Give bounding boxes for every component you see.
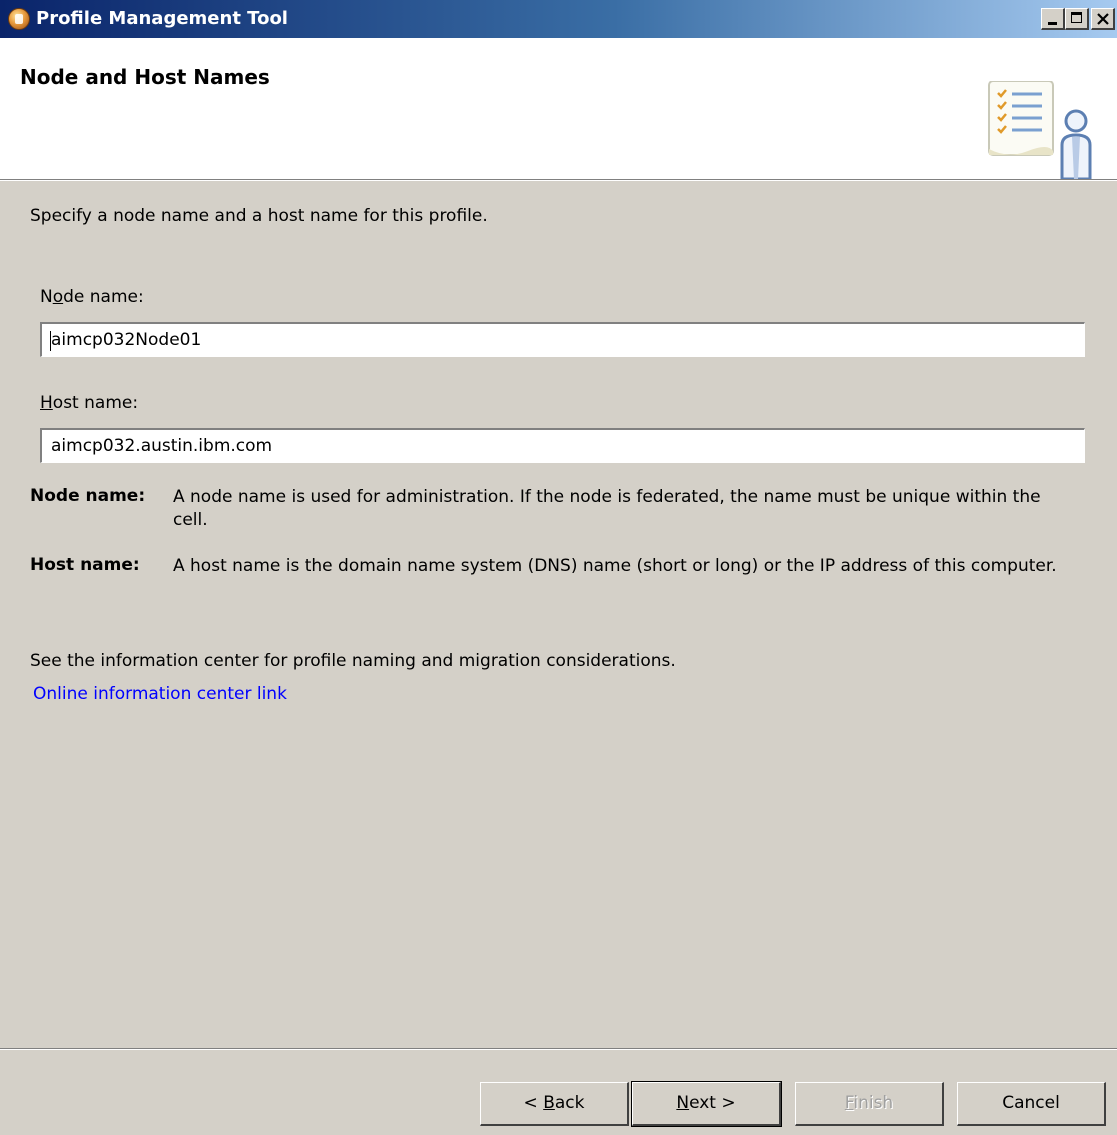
close-icon — [1097, 13, 1109, 25]
page-title: Node and Host Names — [20, 65, 270, 89]
host-name-field[interactable]: aimcp032.austin.ibm.com — [39, 427, 1086, 464]
help-text-host-name: A host name is the domain name system (D… — [173, 556, 1057, 576]
maximize-icon — [1071, 12, 1082, 23]
help-term-node-name: Node name: — [30, 486, 146, 506]
help-text-node-name: A node name is used for administration. … — [173, 487, 1041, 530]
node-name-field[interactable]: aimcp032Node01 — [39, 321, 1086, 358]
checklist-person-icon — [988, 81, 1092, 179]
minimize-icon — [1048, 22, 1057, 25]
host-name-value: aimcp032.austin.ibm.com — [51, 436, 273, 456]
footer-separator-highlight — [0, 1049, 1117, 1050]
node-name-label: Node name: — [40, 287, 144, 307]
close-button[interactable] — [1091, 8, 1115, 30]
host-name-label: Host name: — [40, 393, 139, 413]
back-button[interactable]: < Back — [480, 1082, 629, 1126]
wizard-header: Node and Host Names — [0, 38, 1117, 181]
info-center-note: See the information center for profile n… — [30, 651, 676, 671]
help-term-host-name: Host name: — [30, 555, 140, 575]
title-bar[interactable]: Profile Management Tool — [0, 0, 1117, 38]
online-info-center-link[interactable]: Online information center link — [33, 684, 287, 704]
next-button[interactable]: Next > — [631, 1081, 782, 1127]
window-title: Profile Management Tool — [36, 8, 288, 29]
maximize-button[interactable] — [1065, 8, 1089, 30]
node-name-value: aimcp032Node01 — [51, 330, 202, 350]
finish-button: Finish — [795, 1082, 944, 1126]
profile-tool-icon — [8, 8, 30, 30]
cancel-button[interactable]: Cancel — [957, 1082, 1106, 1126]
page-description: Specify a node name and a host name for … — [30, 206, 488, 226]
text-caret — [50, 331, 51, 351]
minimize-button[interactable] — [1041, 8, 1065, 30]
